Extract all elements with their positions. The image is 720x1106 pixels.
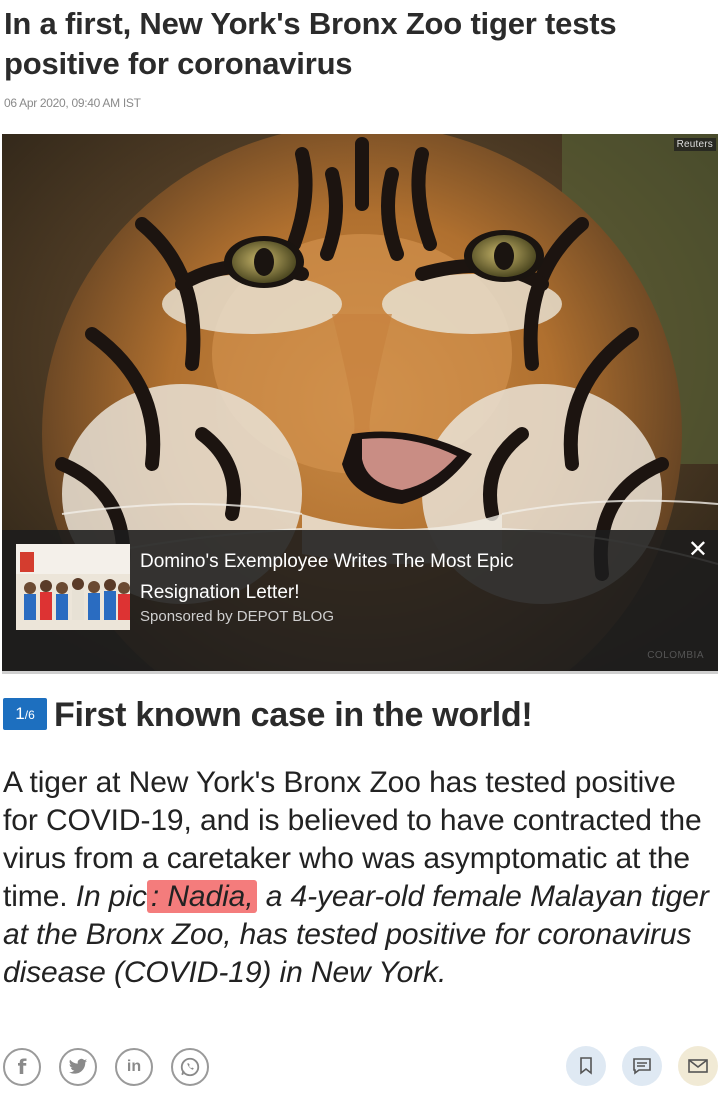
article-dateline: 06 Apr 2020, 09:40 AM IST — [4, 96, 141, 110]
linkedin-glyph: in — [126, 1058, 142, 1075]
ad-sponsor[interactable]: Sponsored by DEPOT BLOG — [140, 608, 334, 625]
slide-title: First known case in the world! — [54, 696, 533, 734]
bookmark-glyph — [580, 1057, 592, 1075]
slide-total: 6 — [28, 708, 35, 722]
ad-network-mark: COLOMBIA — [647, 650, 704, 661]
email-icon[interactable] — [678, 1046, 718, 1086]
twitter-icon[interactable] — [59, 1048, 97, 1086]
facebook-icon[interactable]: f — [3, 1048, 41, 1086]
article-photo[interactable]: Reuters Domino's Exemployee Writes The M… — [2, 134, 718, 674]
facebook-glyph: f — [17, 1055, 27, 1079]
comment-icon[interactable] — [622, 1046, 662, 1086]
slide-counter-badge: 1/6 — [3, 698, 47, 730]
bookmark-icon[interactable] — [566, 1046, 606, 1086]
comment-glyph — [633, 1058, 651, 1075]
caption-highlight: : Nadia, — [146, 880, 258, 913]
article-headline: In a first, New York's Bronx Zoo tiger t… — [4, 6, 617, 81]
whatsapp-icon[interactable] — [171, 1048, 209, 1086]
slide-current: 1 — [15, 704, 25, 723]
close-icon[interactable]: ✕ — [688, 538, 708, 562]
linkedin-icon[interactable]: in — [115, 1048, 153, 1086]
twitter-bird-icon — [68, 1058, 88, 1074]
ad-thumbnail[interactable] — [16, 544, 130, 630]
photo-credit: Reuters — [673, 138, 716, 151]
envelope-glyph — [688, 1059, 708, 1073]
caption-italic: In pic: Nadia, a 4-year-old female Malay… — [3, 880, 709, 989]
sponsored-ad[interactable]: Domino's Exemployee Writes The Most Epic… — [2, 530, 718, 671]
whatsapp-phone-icon — [180, 1057, 200, 1077]
ad-thumbnail-image — [16, 544, 130, 630]
ad-title[interactable]: Domino's Exemployee Writes The Most Epic… — [140, 546, 610, 608]
caption-italic-lead: In pic — [75, 880, 147, 913]
slide-caption: A tiger at New York's Bronx Zoo has test… — [3, 764, 715, 992]
